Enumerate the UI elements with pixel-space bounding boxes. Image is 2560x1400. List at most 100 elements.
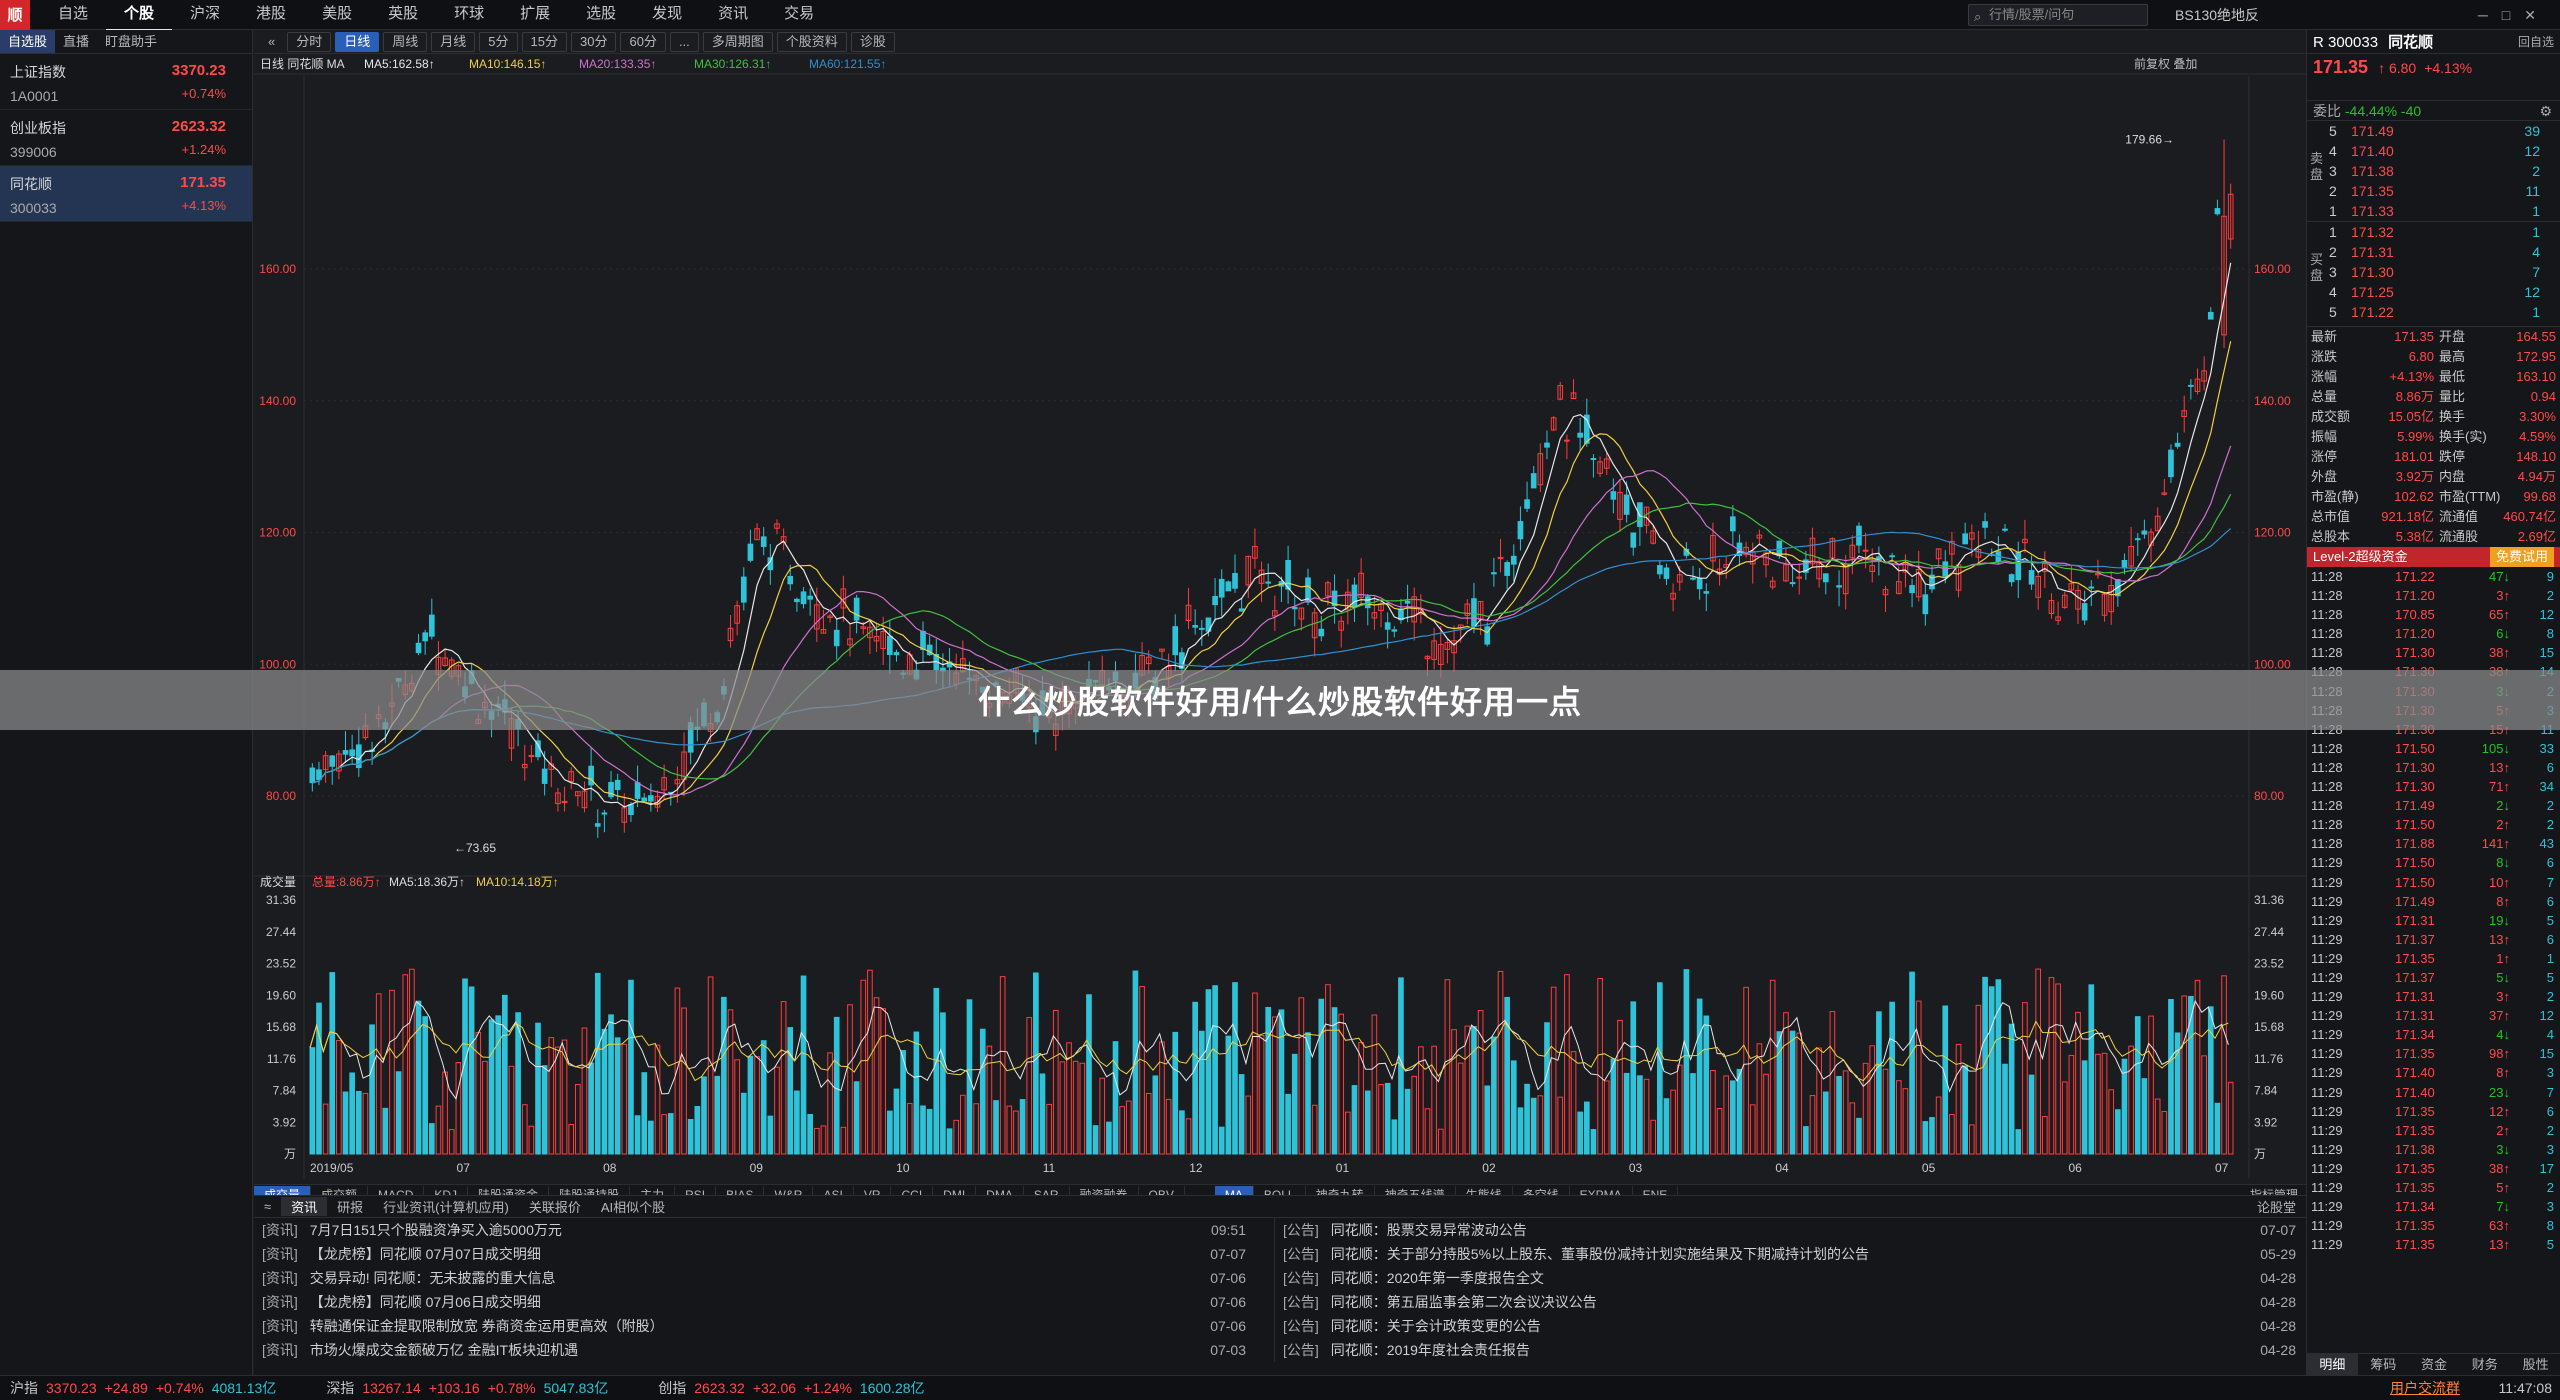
menu-item[interactable]: 美股 — [304, 0, 370, 31]
watchlist-tab[interactable]: 自选股 — [0, 30, 56, 53]
tick-price: 171.34 — [2395, 1027, 2435, 1043]
search-input[interactable]: ⌕ 行情/股票/问句 — [1968, 4, 2148, 26]
news-item[interactable]: [公告] 同花顺：关于部分持股5%以上股东、董事股份减持计划实施结果及下期减持计划… — [1275, 1242, 2304, 1266]
period-tab[interactable]: 15分 — [521, 31, 567, 52]
quote-tab[interactable]: 股性 — [2510, 1354, 2560, 1375]
quote-tab[interactable]: 明细 — [2307, 1354, 2358, 1375]
menu-item[interactable]: 英股 — [370, 0, 436, 31]
x-tick: 03 — [1629, 1161, 1643, 1175]
level2-banner[interactable]: Level-2超级资金 免费试用 — [2307, 547, 2560, 567]
news-tab[interactable]: 行业资讯(计算机应用) — [373, 1197, 519, 1216]
news-item[interactable]: [资讯] 【龙虎榜】同花顺 07月07日成交明细 07-07 — [254, 1242, 1254, 1266]
x-tick: 10 — [896, 1161, 910, 1175]
stock-price: 3370.23 — [171, 62, 226, 79]
kline-chart[interactable]: 日线 同花顺 MA MA5:162.58↑ MA10:146.15↑ MA20:133… — [254, 54, 2306, 1184]
menu-item[interactable]: 自选 — [40, 0, 106, 31]
menu-item[interactable]: 港股 — [238, 0, 304, 31]
watchlist-tab[interactable]: 盯盘助手 — [97, 30, 165, 53]
high-annotation: 179.66→ — [2125, 132, 2174, 146]
period-tab[interactable]: 月线 — [431, 31, 476, 52]
menu-item[interactable]: 发现 — [634, 0, 700, 31]
candle — [349, 749, 355, 757]
collapse-left-icon[interactable]: « — [260, 33, 283, 51]
watchlist-item[interactable]: 同花顺 300033 171.35 +4.13% — [0, 166, 252, 222]
book-level[interactable]: 1 171.33 1 — [2307, 201, 2560, 221]
book-level[interactable]: 3 171.38 2 — [2307, 161, 2560, 181]
user-group-link[interactable]: 用户交流群 — [2390, 1376, 2460, 1400]
level2-free[interactable]: 免费试用 — [2489, 547, 2554, 567]
book-level[interactable]: 2 171.35 11 — [2307, 181, 2560, 201]
candle — [541, 768, 548, 784]
period-tab[interactable]: 个股资料 — [776, 31, 847, 52]
menu-item[interactable]: 交易 — [766, 0, 832, 31]
broker-label[interactable]: BS130绝地反 — [2175, 0, 2259, 30]
quote-tab[interactable]: 资金 — [2409, 1354, 2460, 1375]
search-placeholder: 行情/股票/问句 — [1989, 7, 2075, 22]
volume-bar — [648, 1120, 654, 1155]
volume-bar — [415, 1000, 422, 1155]
news-date: 07-03 — [1210, 1342, 1246, 1358]
book-level[interactable]: 3 171.30 7 — [2307, 262, 2560, 282]
back-button[interactable]: 回自选 — [2518, 30, 2554, 54]
watchlist-tab[interactable]: 直播 — [55, 30, 97, 53]
x-tick: 07 — [2215, 1161, 2229, 1175]
forum-link[interactable]: 论股堂 — [2247, 1197, 2306, 1216]
menu-item[interactable]: 扩展 — [502, 0, 568, 31]
news-item[interactable]: [公告] 同花顺：第五届监事会第二次会议决议公告 04-28 — [1275, 1290, 2304, 1314]
book-level[interactable]: 2 171.31 4 — [2307, 242, 2560, 262]
news-item[interactable]: [资讯] 转融通保证金提取限制放宽 券商资金运用更高效（附股） 07-06 — [254, 1314, 1254, 1338]
chart-canvas[interactable]: 日线 同花顺 MA MA5:162.58↑ MA10:146.15↑ MA20:133… — [254, 54, 2306, 1184]
period-tab[interactable]: 诊股 — [850, 31, 895, 52]
period-tab[interactable]: 30分 — [571, 31, 617, 52]
news-item[interactable]: [公告] 同花顺：2019年度社会责任报告 04-28 — [1275, 1338, 2304, 1362]
volume-bar — [428, 1123, 435, 1155]
volume-bar — [1577, 1111, 1583, 1155]
book-level[interactable]: 5 171.49 39 — [2307, 121, 2560, 141]
candle — [794, 598, 800, 603]
level-index: 3 — [2329, 163, 2337, 179]
period-tab[interactable]: 日线 — [335, 31, 380, 52]
news-item[interactable]: [公告] 同花顺：关于会计政策变更的公告 04-28 — [1275, 1314, 2304, 1338]
volume-bar — [1238, 1074, 1245, 1155]
period-tab[interactable]: 多周期图 — [702, 31, 773, 52]
vol-tick: 19.60 — [2254, 988, 2284, 1002]
menu-item[interactable]: 沪深 — [172, 0, 238, 31]
watchlist-item[interactable]: 上证指数 1A0001 3370.23 +0.74% — [0, 54, 252, 110]
tick-count: 5 — [2546, 912, 2554, 928]
watchlist-item[interactable]: 创业板指 399006 2623.32 +1.24% — [0, 110, 252, 166]
news-item[interactable]: [资讯] 7月7日151只个股融资净买入逾5000万元 09:51 — [254, 1218, 1254, 1242]
menu-item[interactable]: 环球 — [436, 0, 502, 31]
tick-count: 2 — [2546, 798, 2554, 814]
candle — [1232, 572, 1238, 589]
book-level[interactable]: 4 171.25 12 — [2307, 282, 2560, 302]
news-tab[interactable]: 研报 — [327, 1197, 373, 1216]
book-level[interactable]: 4 171.40 12 — [2307, 141, 2560, 161]
period-tab[interactable]: 5分 — [479, 31, 518, 52]
tick-row: 11:28 171.50 105↓ 33 — [2307, 739, 2560, 758]
collapse-icon[interactable]: ≈ — [254, 1199, 281, 1214]
book-level[interactable]: 1 171.32 1 — [2307, 222, 2560, 242]
news-tab[interactable]: 关联报价 — [519, 1197, 591, 1216]
news-tab[interactable]: 资讯 — [281, 1197, 328, 1216]
menu-item[interactable]: 选股 — [568, 0, 634, 31]
period-tab[interactable]: 周线 — [383, 31, 428, 52]
menu-item[interactable]: 资讯 — [700, 0, 766, 31]
quote-tab[interactable]: 财务 — [2459, 1354, 2510, 1375]
quote-tab[interactable]: 筹码 — [2358, 1354, 2409, 1375]
quote-header: R 300033 同花顺 回自选 — [2307, 30, 2560, 54]
book-level[interactable]: 5 171.22 1 — [2307, 302, 2560, 322]
period-tab[interactable]: ... — [669, 31, 699, 52]
news-item[interactable]: [资讯] 交易异动! 同花顺：无未披露的重大信息 07-06 — [254, 1266, 1254, 1290]
period-tab[interactable]: 60分 — [620, 31, 666, 52]
news-tab[interactable]: AI相似个股 — [591, 1197, 675, 1216]
period-tab[interactable]: 分时 — [287, 31, 332, 52]
news-item[interactable]: [资讯] 市场火爆成交金额破万亿 金融IT板块迎机遇 07-03 — [254, 1338, 1254, 1362]
stat-row: 涨跌 6.80 最高 172.95 — [2307, 347, 2560, 367]
gear-icon[interactable]: ⚙ — [2539, 101, 2552, 121]
news-item[interactable]: [公告] 同花顺：股票交易异常波动公告 07-07 — [1275, 1218, 2304, 1242]
adjust-label[interactable]: 前复权 叠加 — [2134, 56, 2197, 71]
news-item[interactable]: [资讯] 【龙虎榜】同花顺 07月06日成交明细 07-06 — [254, 1290, 1254, 1314]
news-item[interactable]: [公告] 同花顺：2020年第一季度报告全文 04-28 — [1275, 1266, 2304, 1290]
window-controls[interactable]: ─□✕ — [2478, 0, 2550, 30]
menu-item[interactable]: 个股 — [106, 0, 173, 31]
